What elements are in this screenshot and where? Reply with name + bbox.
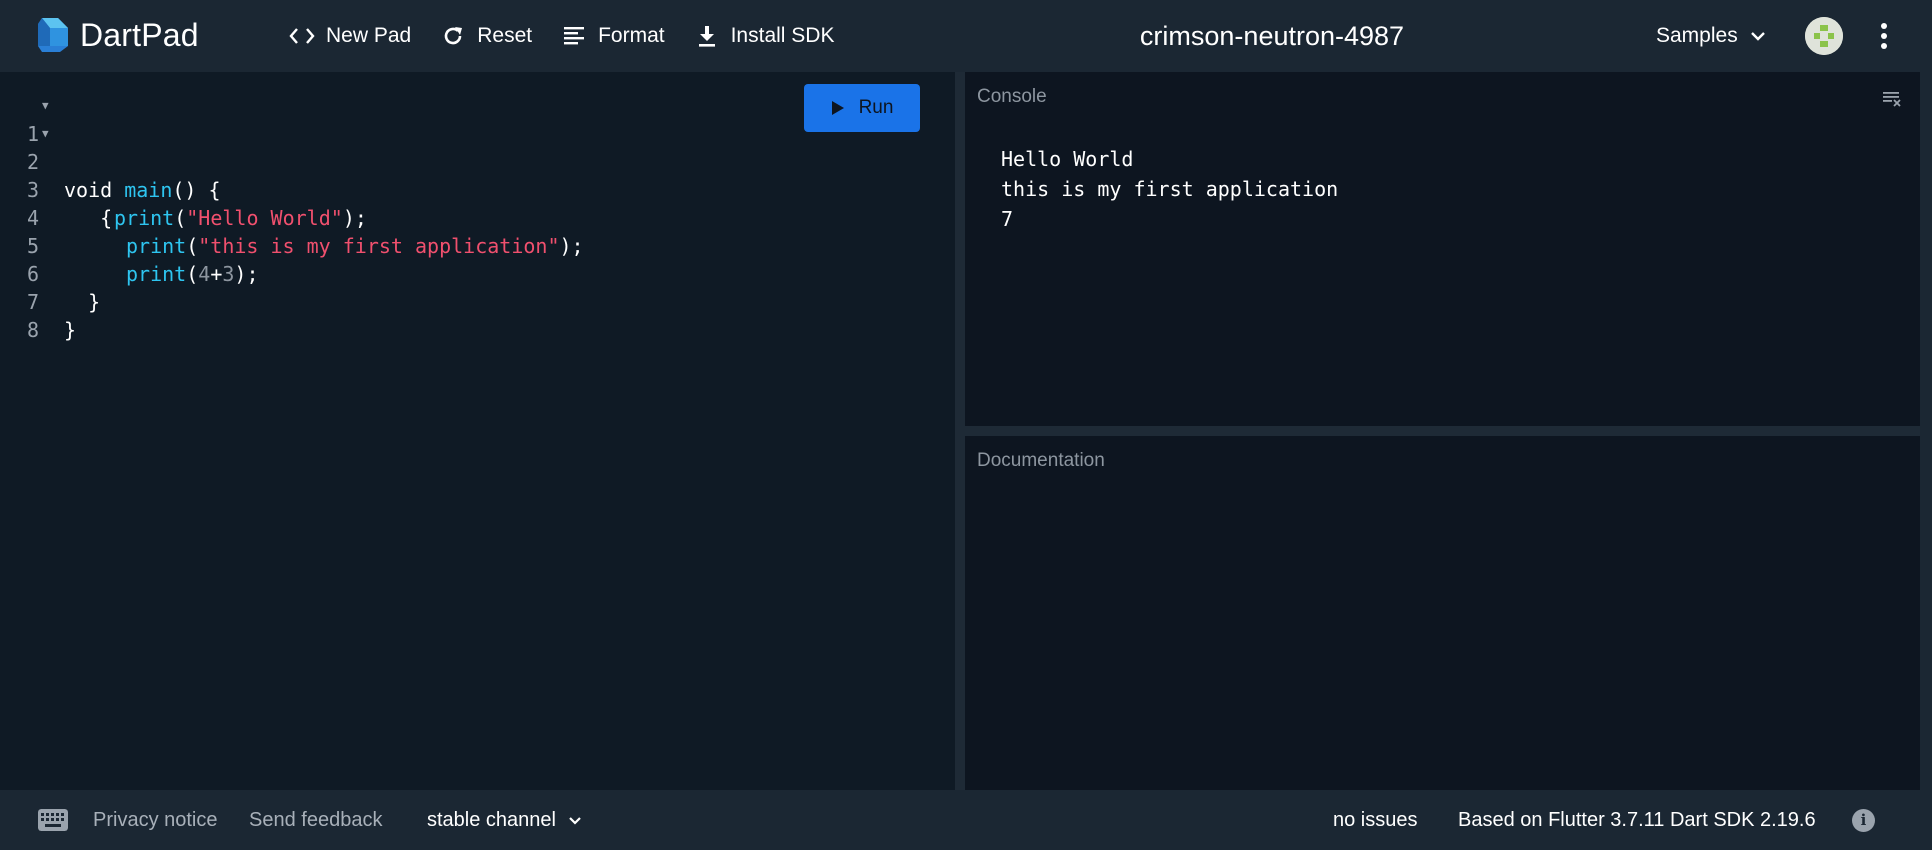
run-label: Run bbox=[858, 97, 894, 118]
code-punct: ); bbox=[342, 206, 367, 230]
clear-console-icon[interactable] bbox=[1882, 88, 1902, 108]
reset-button[interactable]: Reset bbox=[439, 22, 532, 50]
code-lines: 1 ▼ void main() { 2 ▼ { 3 print("Hello W… bbox=[0, 92, 584, 342]
string-literal: "Hello World" bbox=[186, 206, 343, 230]
fold-arrow-icon[interactable]: ▼ bbox=[42, 120, 49, 148]
line-number: 8 bbox=[26, 318, 39, 342]
code-line: 8 bbox=[0, 288, 72, 342]
chevron-down-icon bbox=[1750, 32, 1765, 41]
window-edge bbox=[1920, 0, 1932, 850]
fold-arrow-icon[interactable]: ▼ bbox=[42, 92, 49, 120]
console-panel: Console Hello World this is my first app… bbox=[965, 72, 1920, 426]
format-label: Format bbox=[598, 24, 665, 47]
new-pad-label: New Pad bbox=[326, 24, 412, 47]
code-punct: ); bbox=[559, 234, 584, 258]
samples-dropdown[interactable]: Samples bbox=[1656, 0, 1766, 72]
run-button[interactable]: Run bbox=[804, 84, 920, 132]
play-icon bbox=[831, 101, 844, 115]
code-line: 2 ▼ { bbox=[0, 120, 112, 230]
code-line: 4 print("this is my first application"); bbox=[0, 176, 584, 258]
chevron-down-icon bbox=[569, 816, 581, 825]
more-menu-icon[interactable] bbox=[1870, 20, 1898, 52]
keyword-void: void bbox=[64, 178, 125, 202]
toolbar: New Pad Reset Format Install SDK bbox=[288, 0, 862, 72]
send-feedback-link[interactable]: Send feedback bbox=[249, 790, 382, 850]
string-literal: "this is my first application" bbox=[198, 234, 560, 258]
function-name: main bbox=[124, 178, 173, 202]
channel-dropdown[interactable]: stable channel bbox=[427, 790, 582, 850]
horizontal-splitter[interactable] bbox=[965, 426, 1920, 436]
user-avatar[interactable] bbox=[1805, 17, 1843, 55]
channel-label: stable channel bbox=[427, 808, 556, 831]
samples-label: Samples bbox=[1656, 24, 1738, 47]
dartpad-logo[interactable]: DartPad bbox=[36, 16, 199, 54]
install-sdk-label: Install SDK bbox=[730, 24, 835, 47]
code-line: 3 print("Hello World"); bbox=[0, 148, 367, 230]
code-line: 5 print(4+3); bbox=[0, 204, 259, 286]
vertical-splitter[interactable] bbox=[955, 72, 965, 790]
console-title: Console bbox=[977, 86, 1047, 107]
code-line: 1 ▼ void main() { bbox=[0, 92, 221, 202]
status-bar: Privacy notice Send feedback stable chan… bbox=[0, 790, 1932, 850]
app-name: DartPad bbox=[80, 16, 199, 53]
code-line: 6 } bbox=[0, 232, 100, 314]
issues-status[interactable]: no issues bbox=[1333, 790, 1418, 850]
code-operator: + bbox=[210, 262, 223, 286]
number-literal: 3 bbox=[222, 262, 235, 286]
download-icon bbox=[693, 22, 721, 50]
reset-label: Reset bbox=[477, 24, 533, 47]
code-icon bbox=[288, 22, 316, 50]
format-align-icon bbox=[560, 22, 588, 50]
format-button[interactable]: Format bbox=[560, 22, 665, 50]
avatar-pattern-icon bbox=[1805, 17, 1843, 55]
console-line: this is my first application bbox=[1001, 177, 1339, 201]
code-punct: ); bbox=[234, 262, 259, 286]
info-icon[interactable]: i bbox=[1852, 809, 1875, 832]
code-punct: ( bbox=[186, 234, 199, 258]
new-pad-button[interactable]: New Pad bbox=[288, 22, 411, 50]
pad-title[interactable]: crimson-neutron-4987 bbox=[1000, 0, 1544, 72]
function-call: print bbox=[126, 234, 187, 258]
refresh-icon bbox=[439, 22, 467, 50]
code-editor[interactable]: 1 ▼ void main() { 2 ▼ { 3 print("Hello W… bbox=[0, 72, 955, 790]
documentation-title: Documentation bbox=[977, 450, 1105, 471]
console-line: Hello World bbox=[1001, 147, 1134, 171]
install-sdk-button[interactable]: Install SDK bbox=[693, 22, 835, 50]
code-punct: ( bbox=[174, 206, 187, 230]
console-line: 7 bbox=[1001, 207, 1014, 231]
code-punct: ( bbox=[186, 262, 199, 286]
documentation-panel: Documentation bbox=[965, 436, 1920, 790]
dart-logo-icon bbox=[38, 18, 68, 52]
keyboard-icon[interactable] bbox=[38, 809, 68, 831]
code-line: 7 } bbox=[0, 260, 76, 342]
number-literal: 4 bbox=[198, 262, 211, 286]
sdk-version: Based on Flutter 3.7.11 Dart SDK 2.19.6 bbox=[1458, 809, 1816, 831]
function-call: print bbox=[114, 206, 175, 230]
privacy-notice-link[interactable]: Privacy notice bbox=[93, 790, 218, 850]
code-punct: () { bbox=[172, 178, 221, 202]
console-output: Hello World this is my first application… bbox=[1001, 144, 1338, 234]
function-call: print bbox=[126, 262, 187, 286]
app-header: DartPad New Pad Reset Format Install SDK bbox=[0, 0, 1932, 72]
